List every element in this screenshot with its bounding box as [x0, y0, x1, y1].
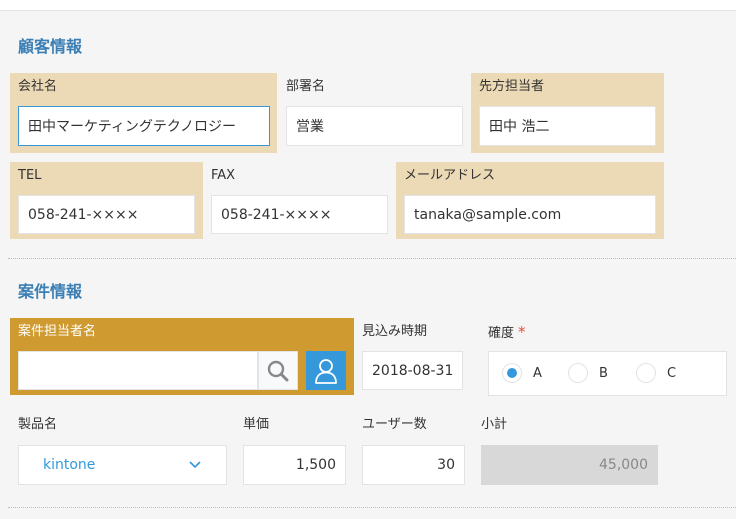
subtotal-label: 小計: [481, 417, 508, 432]
top-bar: [0, 0, 736, 11]
subtotal-value: 45,000: [481, 445, 658, 485]
user-select-button[interactable]: [306, 351, 346, 390]
expected-date-label: 見込み時期: [362, 324, 428, 339]
company-input[interactable]: 田中マーケティングテクノロジー: [18, 106, 270, 146]
certainty-option-label: B: [599, 365, 608, 381]
email-label: メールアドレス: [404, 168, 496, 183]
contact-person-label: 先方担当者: [479, 79, 545, 94]
users-input[interactable]: 30: [362, 445, 465, 485]
required-mark: *: [518, 323, 526, 341]
section-divider: [8, 507, 736, 508]
certainty-radio-group: A B C: [488, 351, 727, 396]
product-dropdown[interactable]: kintone: [18, 445, 227, 485]
tel-input[interactable]: 058-241-××××: [18, 195, 195, 234]
certainty-option-b[interactable]: B: [569, 364, 608, 382]
owner-label: 案件担当者名: [18, 324, 97, 339]
radio-icon: [569, 364, 587, 382]
fax-label: FAX: [211, 168, 236, 183]
search-button[interactable]: [258, 351, 298, 390]
certainty-option-a[interactable]: A: [503, 364, 542, 382]
users-label: ユーザー数: [362, 417, 427, 432]
unit-price-label: 単価: [243, 417, 270, 432]
unit-price-input[interactable]: 1,500: [243, 445, 346, 485]
product-value: kintone: [43, 457, 96, 473]
search-icon: [267, 360, 289, 381]
department-input[interactable]: 営業: [286, 106, 463, 146]
tel-label: TEL: [18, 168, 42, 183]
product-label: 製品名: [18, 417, 58, 432]
email-input[interactable]: tanaka@sample.com: [404, 195, 656, 234]
chevron-down-icon: [189, 461, 201, 469]
radio-icon: [503, 364, 521, 382]
section-title-deal: 案件情報: [18, 282, 83, 301]
company-label: 会社名: [18, 79, 58, 94]
user-icon: [315, 358, 337, 384]
fax-input[interactable]: 058-241-××××: [211, 195, 388, 234]
radio-icon: [637, 364, 655, 382]
certainty-label: 確度: [488, 326, 515, 341]
department-label: 部署名: [286, 79, 326, 94]
certainty-option-c[interactable]: C: [637, 364, 676, 382]
certainty-option-label: C: [667, 365, 677, 381]
section-divider: [8, 258, 736, 259]
section-title-customer: 顧客情報: [18, 37, 83, 56]
certainty-option-label: A: [533, 365, 542, 381]
owner-input[interactable]: [18, 351, 258, 390]
expected-date-input[interactable]: 2018-08-31: [362, 351, 463, 390]
contact-person-input[interactable]: 田中 浩二: [479, 106, 656, 146]
